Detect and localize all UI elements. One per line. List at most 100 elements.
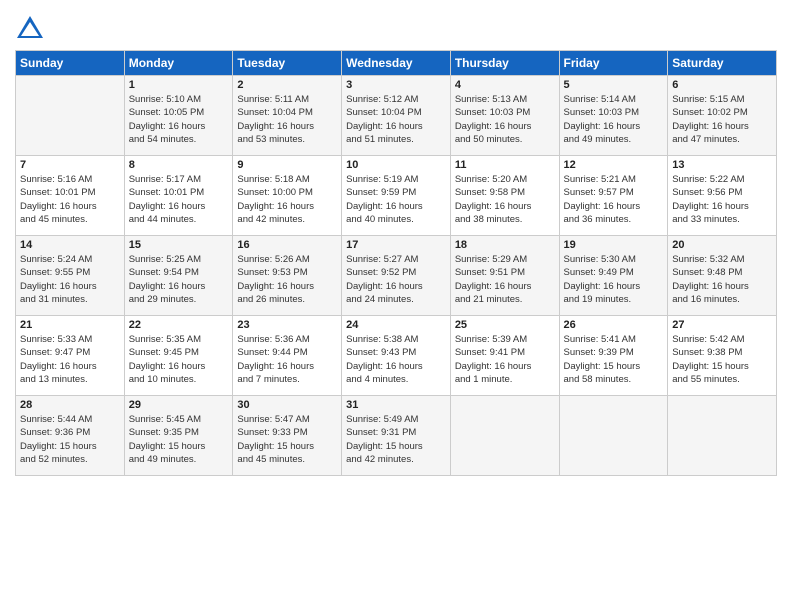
day-number: 13 bbox=[672, 159, 772, 171]
calendar-cell: 2 Sunrise: 5:11 AM Sunset: 10:04 PM Dayli… bbox=[233, 76, 342, 156]
logo bbox=[15, 14, 49, 44]
calendar-cell: 30Sunrise: 5:47 AM Sunset: 9:33 PM Dayli… bbox=[233, 396, 342, 476]
calendar-cell: 12Sunrise: 5:21 AM Sunset: 9:57 PM Dayli… bbox=[559, 156, 668, 236]
day-info: Sunrise: 5:25 AM Sunset: 9:54 PM Dayligh… bbox=[129, 253, 229, 306]
day-number: 15 bbox=[129, 239, 229, 251]
calendar-week-row: 28 Sunrise: 5:44 AM Sunset: 9:36 PM Dayli… bbox=[16, 396, 777, 476]
calendar-cell: 27 Sunrise: 5:42 AM Sunset: 9:38 PM Dayli… bbox=[668, 316, 777, 396]
day-number: 14 bbox=[20, 239, 120, 251]
calendar-cell: 17 Sunrise: 5:27 AM Sunset: 9:52 PM Dayli… bbox=[342, 236, 451, 316]
calendar-cell bbox=[559, 396, 668, 476]
calendar-cell: 15 Sunrise: 5:25 AM Sunset: 9:54 PM Dayli… bbox=[124, 236, 233, 316]
day-number: 21 bbox=[20, 319, 120, 331]
calendar-cell: 10 Sunrise: 5:19 AM Sunset: 9:59 PM Dayli… bbox=[342, 156, 451, 236]
weekday-header-monday: Monday bbox=[124, 51, 233, 76]
day-info: Sunrise: 5:35 AM Sunset: 9:45 PM Dayligh… bbox=[129, 333, 229, 386]
day-info: Sunrise: 5:18 AM Sunset: 10:00 PM Daylig… bbox=[237, 173, 337, 226]
calendar-cell: 4 Sunrise: 5:13 AM Sunset: 10:03 PM Dayli… bbox=[450, 76, 559, 156]
day-number: 31 bbox=[346, 399, 446, 411]
calendar-cell: 1Sunrise: 5:10 AM Sunset: 10:05 PM Dayli… bbox=[124, 76, 233, 156]
day-info: Sunrise: 5:13 AM Sunset: 10:03 PM Daylig… bbox=[455, 93, 555, 146]
calendar-cell: 5Sunrise: 5:14 AM Sunset: 10:03 PM Dayli… bbox=[559, 76, 668, 156]
day-info: Sunrise: 5:49 AM Sunset: 9:31 PM Dayligh… bbox=[346, 413, 446, 466]
calendar-cell: 20 Sunrise: 5:32 AM Sunset: 9:48 PM Dayli… bbox=[668, 236, 777, 316]
day-info: Sunrise: 5:12 AM Sunset: 10:04 PM Daylig… bbox=[346, 93, 446, 146]
calendar-cell: 31 Sunrise: 5:49 AM Sunset: 9:31 PM Dayli… bbox=[342, 396, 451, 476]
calendar-cell: 22 Sunrise: 5:35 AM Sunset: 9:45 PM Dayli… bbox=[124, 316, 233, 396]
calendar-cell: 13 Sunrise: 5:22 AM Sunset: 9:56 PM Dayli… bbox=[668, 156, 777, 236]
day-info: Sunrise: 5:41 AM Sunset: 9:39 PM Dayligh… bbox=[564, 333, 664, 386]
calendar-cell: 28 Sunrise: 5:44 AM Sunset: 9:36 PM Dayli… bbox=[16, 396, 125, 476]
calendar-cell bbox=[450, 396, 559, 476]
calendar-cell: 26 Sunrise: 5:41 AM Sunset: 9:39 PM Dayli… bbox=[559, 316, 668, 396]
weekday-header-tuesday: Tuesday bbox=[233, 51, 342, 76]
day-number: 10 bbox=[346, 159, 446, 171]
day-number: 26 bbox=[564, 319, 664, 331]
day-info: Sunrise: 5:27 AM Sunset: 9:52 PM Dayligh… bbox=[346, 253, 446, 306]
calendar-cell: 23Sunrise: 5:36 AM Sunset: 9:44 PM Dayli… bbox=[233, 316, 342, 396]
day-number: 25 bbox=[455, 319, 555, 331]
calendar-cell: 18Sunrise: 5:29 AM Sunset: 9:51 PM Dayli… bbox=[450, 236, 559, 316]
calendar-cell bbox=[16, 76, 125, 156]
day-number: 27 bbox=[672, 319, 772, 331]
day-info: Sunrise: 5:45 AM Sunset: 9:35 PM Dayligh… bbox=[129, 413, 229, 466]
day-info: Sunrise: 5:10 AM Sunset: 10:05 PM Daylig… bbox=[129, 93, 229, 146]
calendar-cell: 6 Sunrise: 5:15 AM Sunset: 10:02 PM Dayli… bbox=[668, 76, 777, 156]
day-info: Sunrise: 5:20 AM Sunset: 9:58 PM Dayligh… bbox=[455, 173, 555, 226]
day-number: 22 bbox=[129, 319, 229, 331]
day-number: 17 bbox=[346, 239, 446, 251]
calendar-cell: 19Sunrise: 5:30 AM Sunset: 9:49 PM Dayli… bbox=[559, 236, 668, 316]
day-number: 3 bbox=[346, 79, 446, 91]
day-info: Sunrise: 5:44 AM Sunset: 9:36 PM Dayligh… bbox=[20, 413, 120, 466]
day-number: 18 bbox=[455, 239, 555, 251]
day-info: Sunrise: 5:17 AM Sunset: 10:01 PM Daylig… bbox=[129, 173, 229, 226]
calendar-cell: 14Sunrise: 5:24 AM Sunset: 9:55 PM Dayli… bbox=[16, 236, 125, 316]
calendar-week-row: 7 Sunrise: 5:16 AM Sunset: 10:01 PM Dayli… bbox=[16, 156, 777, 236]
day-info: Sunrise: 5:22 AM Sunset: 9:56 PM Dayligh… bbox=[672, 173, 772, 226]
header bbox=[15, 10, 777, 44]
day-info: Sunrise: 5:39 AM Sunset: 9:41 PM Dayligh… bbox=[455, 333, 555, 386]
weekday-header-saturday: Saturday bbox=[668, 51, 777, 76]
calendar-cell: 24Sunrise: 5:38 AM Sunset: 9:43 PM Dayli… bbox=[342, 316, 451, 396]
weekday-header-row: SundayMondayTuesdayWednesdayThursdayFrid… bbox=[16, 51, 777, 76]
day-info: Sunrise: 5:11 AM Sunset: 10:04 PM Daylig… bbox=[237, 93, 337, 146]
day-info: Sunrise: 5:47 AM Sunset: 9:33 PM Dayligh… bbox=[237, 413, 337, 466]
calendar-cell: 9 Sunrise: 5:18 AM Sunset: 10:00 PM Dayli… bbox=[233, 156, 342, 236]
day-number: 7 bbox=[20, 159, 120, 171]
day-info: Sunrise: 5:33 AM Sunset: 9:47 PM Dayligh… bbox=[20, 333, 120, 386]
calendar-table: SundayMondayTuesdayWednesdayThursdayFrid… bbox=[15, 50, 777, 476]
day-number: 4 bbox=[455, 79, 555, 91]
calendar-week-row: 21 Sunrise: 5:33 AM Sunset: 9:47 PM Dayli… bbox=[16, 316, 777, 396]
day-number: 2 bbox=[237, 79, 337, 91]
day-number: 12 bbox=[564, 159, 664, 171]
calendar-cell: 8 Sunrise: 5:17 AM Sunset: 10:01 PM Dayli… bbox=[124, 156, 233, 236]
day-info: Sunrise: 5:15 AM Sunset: 10:02 PM Daylig… bbox=[672, 93, 772, 146]
day-number: 29 bbox=[129, 399, 229, 411]
day-number: 28 bbox=[20, 399, 120, 411]
day-info: Sunrise: 5:19 AM Sunset: 9:59 PM Dayligh… bbox=[346, 173, 446, 226]
day-number: 20 bbox=[672, 239, 772, 251]
weekday-header-friday: Friday bbox=[559, 51, 668, 76]
day-info: Sunrise: 5:42 AM Sunset: 9:38 PM Dayligh… bbox=[672, 333, 772, 386]
day-number: 11 bbox=[455, 159, 555, 171]
calendar-cell: 11 Sunrise: 5:20 AM Sunset: 9:58 PM Dayli… bbox=[450, 156, 559, 236]
day-number: 5 bbox=[564, 79, 664, 91]
calendar-cell: 25 Sunrise: 5:39 AM Sunset: 9:41 PM Dayli… bbox=[450, 316, 559, 396]
day-number: 16 bbox=[237, 239, 337, 251]
day-number: 8 bbox=[129, 159, 229, 171]
calendar-cell: 29 Sunrise: 5:45 AM Sunset: 9:35 PM Dayli… bbox=[124, 396, 233, 476]
day-info: Sunrise: 5:16 AM Sunset: 10:01 PM Daylig… bbox=[20, 173, 120, 226]
calendar-cell bbox=[668, 396, 777, 476]
day-info: Sunrise: 5:32 AM Sunset: 9:48 PM Dayligh… bbox=[672, 253, 772, 306]
weekday-header-thursday: Thursday bbox=[450, 51, 559, 76]
calendar-week-row: 1Sunrise: 5:10 AM Sunset: 10:05 PM Dayli… bbox=[16, 76, 777, 156]
page: SundayMondayTuesdayWednesdayThursdayFrid… bbox=[0, 0, 792, 486]
calendar-cell: 21 Sunrise: 5:33 AM Sunset: 9:47 PM Dayli… bbox=[16, 316, 125, 396]
day-number: 9 bbox=[237, 159, 337, 171]
logo-icon bbox=[15, 14, 45, 44]
day-info: Sunrise: 5:30 AM Sunset: 9:49 PM Dayligh… bbox=[564, 253, 664, 306]
calendar-cell: 16Sunrise: 5:26 AM Sunset: 9:53 PM Dayli… bbox=[233, 236, 342, 316]
weekday-header-sunday: Sunday bbox=[16, 51, 125, 76]
calendar-week-row: 14Sunrise: 5:24 AM Sunset: 9:55 PM Dayli… bbox=[16, 236, 777, 316]
day-number: 6 bbox=[672, 79, 772, 91]
